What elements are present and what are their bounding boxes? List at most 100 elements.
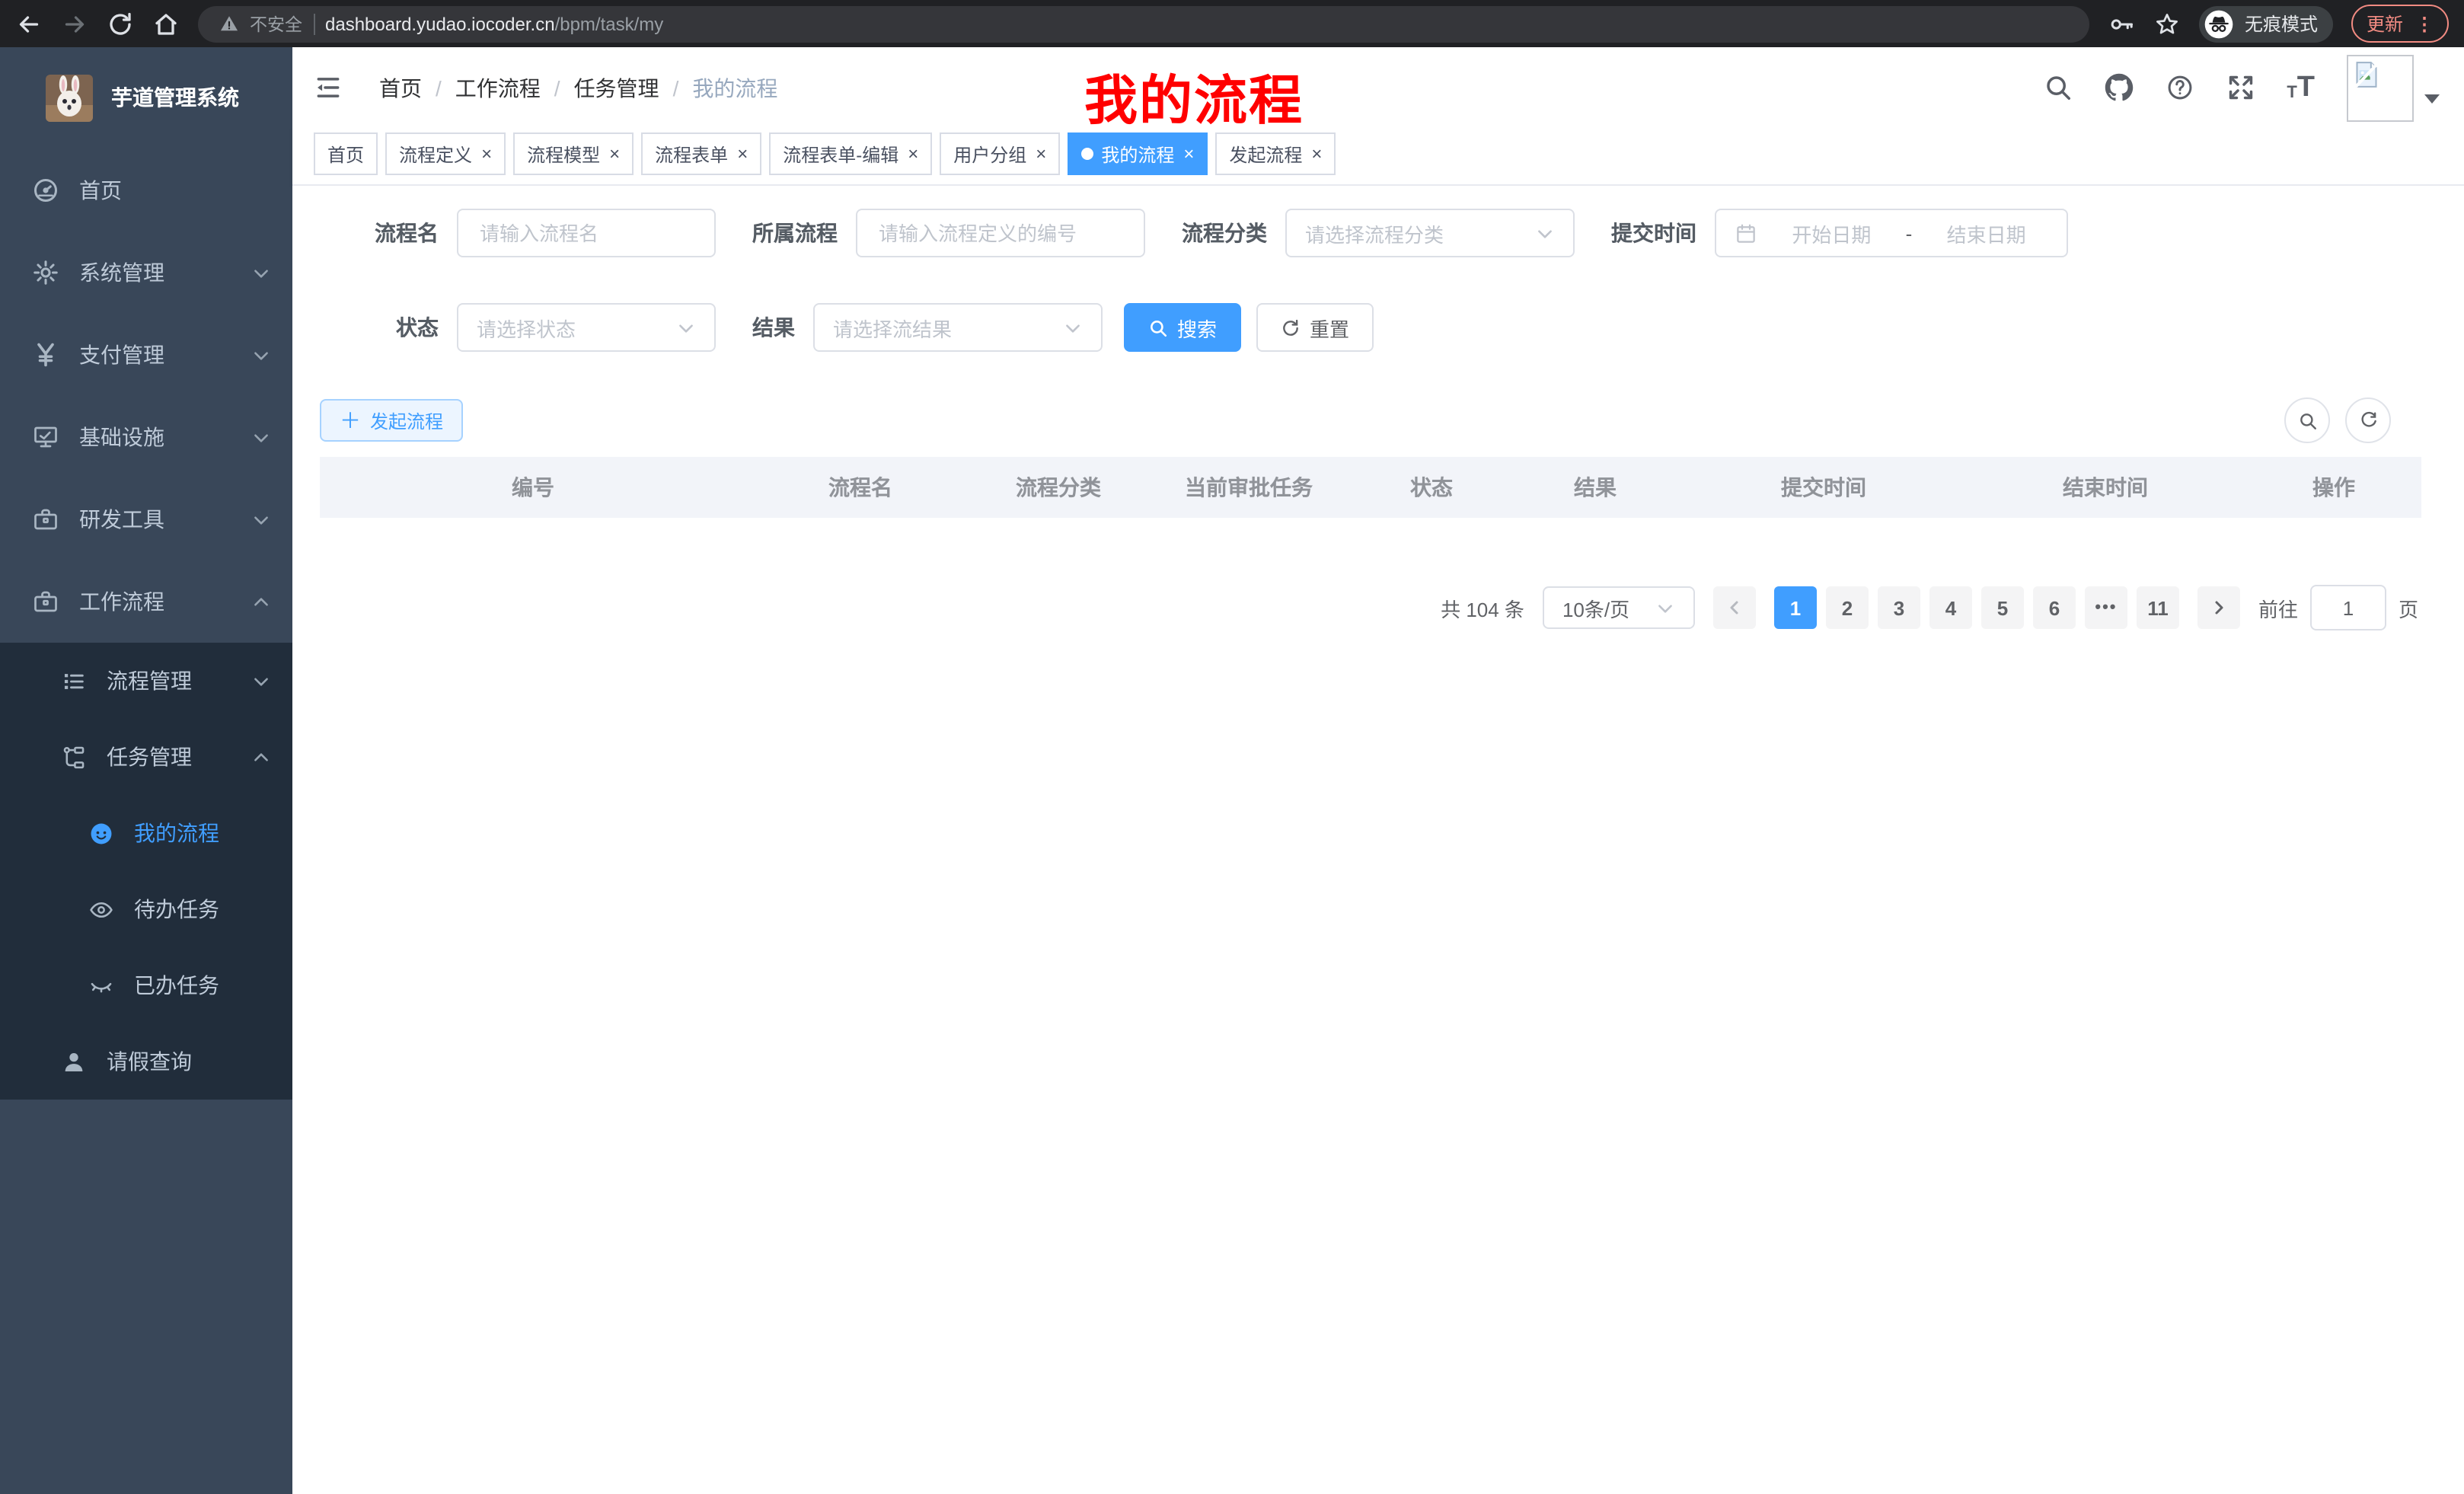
page-button-5[interactable]: 5: [1981, 586, 2024, 629]
close-icon[interactable]: ×: [1183, 143, 1194, 164]
caret-down-icon: [2424, 94, 2440, 103]
page-button-4[interactable]: 4: [1929, 586, 1972, 629]
goto-page-input[interactable]: [2310, 585, 2386, 630]
active-dot: [1081, 148, 1093, 160]
page-button-3[interactable]: 3: [1878, 586, 1920, 629]
forward-icon[interactable]: [61, 10, 88, 37]
flow-icon: [61, 744, 87, 770]
chevron-up-icon: [251, 592, 271, 611]
chevron-down-icon: [1535, 223, 1555, 243]
calendar-icon: [1735, 222, 1757, 244]
tag-user-group[interactable]: 用户分组×: [940, 132, 1060, 175]
start-process-button[interactable]: ＋ 发起流程: [320, 399, 463, 442]
sidebar-item-done-tasks[interactable]: 已办任务: [0, 947, 292, 1023]
fullscreen-icon[interactable]: [2226, 73, 2255, 102]
tag-my-process[interactable]: 我的流程×: [1068, 132, 1208, 175]
collapse-sidebar-icon[interactable]: [314, 73, 343, 102]
toolbox-icon: [32, 506, 59, 533]
reset-button[interactable]: 重置: [1256, 303, 1374, 352]
url-divider: [313, 13, 314, 34]
help-icon[interactable]: [2165, 73, 2194, 102]
breadcrumb-home[interactable]: 首页: [379, 72, 422, 103]
home-icon[interactable]: [152, 10, 180, 37]
tag-start-process[interactable]: 发起流程×: [1215, 132, 1336, 175]
submit-time-range[interactable]: 开始日期 - 结束日期: [1715, 209, 2068, 257]
sidebar-item-workflow[interactable]: 工作流程: [0, 560, 292, 643]
chevron-down-icon: [676, 318, 696, 337]
tag-process-definition[interactable]: 流程定义×: [385, 132, 506, 175]
sidebar-menu: 首页 系统管理 支付管理 基础设施: [0, 140, 292, 1100]
result-select[interactable]: 请选择流结果: [813, 303, 1103, 352]
eye-open-icon: [88, 896, 114, 922]
workflow-submenu: 流程管理 任务管理 我的流程 待办任务: [0, 643, 292, 1100]
pagination: 共 104 条 10条/页 123456•••11 前往 页: [332, 585, 2418, 630]
table-tools: [2284, 397, 2391, 443]
page-size-select[interactable]: 10条/页: [1543, 586, 1695, 629]
reload-icon[interactable]: [107, 10, 134, 37]
close-icon[interactable]: ×: [481, 143, 492, 164]
close-icon[interactable]: ×: [1036, 143, 1046, 164]
tag-process-model[interactable]: 流程模型×: [513, 132, 634, 175]
github-icon[interactable]: [2104, 73, 2133, 102]
search-icon[interactable]: [2043, 73, 2072, 102]
close-icon[interactable]: ×: [1311, 143, 1322, 164]
refresh-table-button[interactable]: [2345, 397, 2391, 443]
process-key-input-wrap: [856, 209, 1145, 257]
password-key-icon[interactable]: [2108, 10, 2135, 37]
tag-process-form-edit[interactable]: 流程表单-编辑×: [769, 132, 932, 175]
red-annotation-text: 我的流程: [1084, 58, 1304, 136]
incognito-badge: 无痕模式: [2199, 5, 2333, 42]
search-icon: [1148, 318, 1168, 337]
breadcrumb-workflow[interactable]: 工作流程: [455, 72, 541, 103]
sidebar-item-task-mgmt[interactable]: 任务管理: [0, 719, 292, 795]
sidebar-item-leave-query[interactable]: 请假查询: [0, 1023, 292, 1100]
show-search-button[interactable]: [2284, 397, 2330, 443]
dashboard-icon: [32, 177, 59, 204]
sidebar-item-system[interactable]: 系统管理: [0, 231, 292, 314]
sidebar-item-home[interactable]: 首页: [0, 149, 292, 231]
col-category: 流程分类: [975, 457, 1142, 518]
tag-home[interactable]: 首页: [314, 132, 378, 175]
user-avatar[interactable]: [2347, 54, 2440, 121]
browser-menu-icon[interactable]: ⋮: [2415, 14, 2434, 33]
sidebar-item-devtools[interactable]: 研发工具: [0, 478, 292, 560]
yen-icon: [32, 341, 59, 369]
sidebar-item-my-process[interactable]: 我的流程: [0, 795, 292, 871]
status-select[interactable]: 请选择状态: [457, 303, 716, 352]
security-warning: 不安全: [250, 11, 302, 36]
category-select[interactable]: 请选择流程分类: [1285, 209, 1575, 257]
font-size-icon[interactable]: TT: [2287, 73, 2315, 102]
bookmark-star-icon[interactable]: [2153, 10, 2181, 37]
browser-update-button[interactable]: 更新 ⋮: [2351, 5, 2449, 43]
process-name-input[interactable]: [477, 220, 696, 246]
next-page-button[interactable]: [2197, 586, 2240, 629]
process-key-input[interactable]: [876, 220, 1125, 246]
address-bar[interactable]: 不安全 dashboard.yudao.iocoder.cn/bpm/task/…: [198, 5, 2089, 42]
sidebar-item-todo-tasks[interactable]: 待办任务: [0, 871, 292, 947]
sidebar-item-payment[interactable]: 支付管理: [0, 314, 292, 396]
close-icon[interactable]: ×: [908, 143, 918, 164]
breadcrumb-current: 我的流程: [692, 72, 777, 103]
list-icon: [61, 668, 87, 694]
back-icon[interactable]: [15, 10, 43, 37]
tag-process-form[interactable]: 流程表单×: [641, 132, 761, 175]
sidebar-item-infra[interactable]: 基础设施: [0, 396, 292, 478]
more-pages-button[interactable]: •••: [2085, 586, 2127, 629]
app-logo[interactable]: 芋道管理系统: [0, 47, 292, 140]
breadcrumb-task-mgmt[interactable]: 任务管理: [574, 72, 659, 103]
filter-label-category: 流程分类: [1182, 218, 1267, 248]
sidebar-item-process-mgmt[interactable]: 流程管理: [0, 643, 292, 719]
close-icon[interactable]: ×: [737, 143, 748, 164]
page-button-11[interactable]: 11: [2137, 586, 2179, 629]
page-button-6[interactable]: 6: [2033, 586, 2076, 629]
chevron-down-icon: [1063, 318, 1083, 337]
chevron-down-icon: [251, 427, 271, 447]
update-label: 更新: [2367, 11, 2403, 37]
page-button-2[interactable]: 2: [1826, 586, 1869, 629]
close-icon[interactable]: ×: [609, 143, 620, 164]
chevron-down-icon: [251, 509, 271, 529]
page-button-1[interactable]: 1: [1774, 586, 1817, 629]
search-button[interactable]: 搜索: [1124, 303, 1241, 352]
prev-page-button[interactable]: [1713, 586, 1756, 629]
filter-label-submit-time: 提交时间: [1611, 218, 1696, 248]
